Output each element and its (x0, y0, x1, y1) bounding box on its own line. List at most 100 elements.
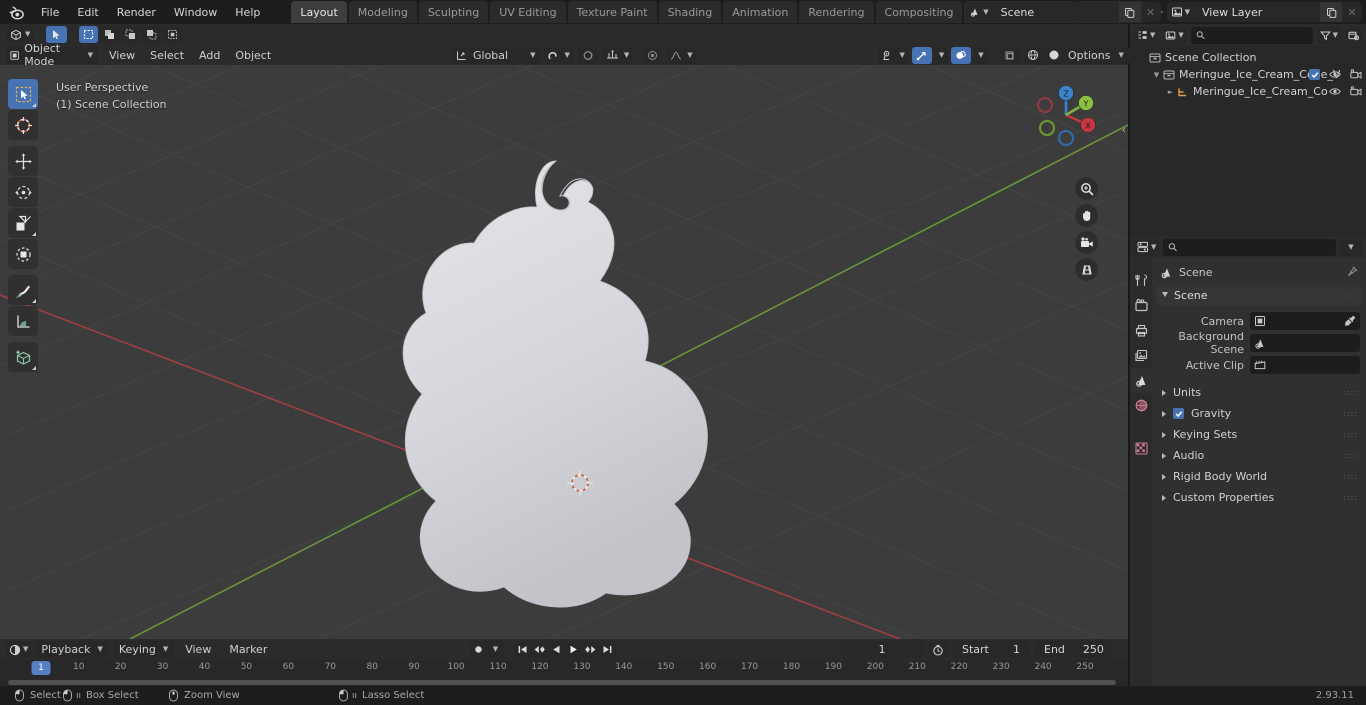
subpanel-audio[interactable]: Audio:::: (1152, 445, 1366, 466)
timeline-scrollbar[interactable] (8, 680, 1116, 685)
playback-menu[interactable]: Playback ▼ (35, 641, 109, 658)
select-subtract-icon[interactable] (121, 26, 141, 43)
tweak-select-mode[interactable] (46, 26, 68, 43)
auto-keying-options-chevron[interactable]: ▼ (487, 641, 504, 658)
frame-start-field[interactable]: Start 1 (952, 641, 1030, 658)
frame-end-field[interactable]: End 250 (1034, 641, 1112, 658)
scene-selector[interactable]: ▼ Scene ✕ (965, 2, 1161, 22)
render-camera-icon[interactable] (1350, 69, 1362, 80)
new-scene-icon[interactable] (1118, 2, 1141, 22)
workspace-tab-layout[interactable]: Layout (291, 1, 347, 23)
properties-search-box[interactable] (1163, 238, 1336, 256)
workspace-tab-texture-paint[interactable]: Texture Paint (567, 1, 657, 23)
disclosure-triangle-icon[interactable]: ► (1164, 88, 1177, 96)
timeline-ruler[interactable]: 10 20 30 40 50 60 70 80 90 100 110 120 130 140 150 160 1… (0, 660, 1128, 678)
play-icon[interactable] (565, 641, 582, 658)
timeline-view-menu[interactable]: View (178, 641, 218, 658)
outliner-editor-type-icon[interactable]: ▼ (1134, 26, 1159, 44)
tweak-tool[interactable] (8, 79, 38, 109)
timeline-playhead[interactable]: 1 (31, 661, 51, 675)
viewport-options-button[interactable]: Options ▼ (1062, 46, 1130, 64)
xray-toggle[interactable] (999, 46, 1020, 64)
scene-name-field[interactable]: Scene (992, 2, 1119, 22)
gizmo-options-chevron[interactable]: ▼ (934, 46, 949, 64)
properties-tab-texture[interactable] (1130, 436, 1152, 461)
outliner-row[interactable]: ► Meringue_Ice_Cream_Co (1130, 83, 1366, 100)
properties-tab-scene[interactable] (1130, 368, 1152, 393)
cursor-tool[interactable] (8, 110, 38, 140)
workspace-tab-animation[interactable]: Animation (723, 1, 798, 23)
scale-tool[interactable] (8, 208, 38, 238)
outliner-checkbox[interactable] (1309, 69, 1320, 80)
workspace-tab-compositing[interactable]: Compositing (875, 1, 963, 23)
menu-edit[interactable]: Edit (68, 2, 107, 22)
select-extend-icon[interactable] (100, 26, 120, 43)
outliner-filter-icon[interactable]: ▼ (1316, 26, 1341, 44)
subpanel-keying-sets[interactable]: Keying Sets:::: (1152, 424, 1366, 445)
properties-editor[interactable]: ▼ ▼ Scene Scene:::: Camera Background S… (1130, 236, 1366, 686)
outliner-row-scene-collection[interactable]: Scene Collection (1130, 49, 1366, 66)
property-field-background-scene[interactable] (1250, 334, 1360, 352)
keying-menu[interactable]: Keying ▼ (112, 641, 175, 658)
workspace-tab-sculpting[interactable]: Sculpting (418, 1, 489, 23)
workspace-tab-uv-editing[interactable]: UV Editing (490, 1, 566, 23)
select-invert-icon[interactable] (142, 26, 162, 43)
snap-toggle[interactable]: ▼ (544, 46, 574, 64)
transform-orientation-selector[interactable]: Global ▼ (452, 46, 541, 64)
move-tool[interactable] (8, 146, 38, 176)
timeline-editor-type-icon[interactable]: ▼ (6, 641, 32, 658)
interaction-mode-selector[interactable]: Object Mode ▼ (6, 42, 98, 68)
ortho-persp-icon[interactable] (1075, 258, 1098, 281)
select-intersect-icon[interactable] (163, 26, 183, 43)
camera-icon[interactable] (1075, 231, 1098, 254)
outliner-display-mode[interactable]: ▼ (1162, 26, 1187, 44)
render-camera-icon[interactable] (1350, 86, 1362, 97)
visibility-eye-icon[interactable] (1329, 86, 1341, 97)
viewlayer-selector[interactable]: ▼ View Layer ✕ (1166, 2, 1362, 22)
rotate-tool[interactable] (8, 177, 38, 207)
add-cube-tool[interactable] (8, 342, 38, 372)
eyedropper-icon[interactable] (1344, 315, 1356, 327)
annotate-tool[interactable] (8, 275, 38, 305)
viewlayer-name-field[interactable]: View Layer (1194, 2, 1320, 22)
pivot-point-selector[interactable] (643, 46, 663, 64)
scene-browse-icon[interactable]: ▼ (965, 2, 993, 22)
properties-editor-type-icon[interactable]: ▼ (1134, 238, 1160, 256)
zoom-icon[interactable] (1075, 177, 1098, 200)
properties-tab-output[interactable] (1130, 318, 1152, 343)
falloff-curve-icon[interactable]: ▼ (666, 46, 697, 64)
pin-icon[interactable] (1346, 266, 1358, 278)
workspace-tab-modeling[interactable]: Modeling (348, 1, 417, 23)
measure-tool[interactable] (8, 306, 38, 336)
viewlayer-unlink-icon[interactable]: ✕ (1342, 2, 1362, 22)
outliner-search-input[interactable] (1208, 28, 1308, 42)
viewport-canvas[interactable] (0, 65, 1128, 639)
object-visibility-selector[interactable]: ▼ (878, 46, 909, 64)
timeline-marker-menu[interactable]: Marker (222, 641, 274, 658)
stopwatch-icon[interactable] (928, 641, 948, 658)
proportional-editing-toggle[interactable] (577, 46, 598, 64)
play-reverse-icon[interactable] (548, 641, 565, 658)
3d-viewport[interactable]: User Perspective (1) Scene Collection Z … (0, 65, 1128, 639)
workspace-tab-rendering[interactable]: Rendering (799, 1, 874, 23)
property-field-active-clip[interactable] (1250, 356, 1360, 374)
menu-window[interactable]: Window (165, 2, 226, 22)
subpanel-checkbox[interactable] (1173, 408, 1184, 419)
pan-hand-icon[interactable] (1075, 204, 1098, 227)
workspace-tab-shading[interactable]: Shading (658, 1, 722, 23)
viewport-menu-add[interactable]: Add (192, 47, 227, 64)
outliner-editor[interactable]: ▼ ▼ ▼ Scene Collection ▼ Meringue_Ice_Cr… (1130, 24, 1366, 236)
visibility-eye-icon[interactable] (1329, 69, 1341, 80)
menu-render[interactable]: Render (108, 2, 165, 22)
subpanel-units[interactable]: Units:::: (1152, 382, 1366, 403)
viewport-menu-view[interactable]: View (102, 47, 142, 64)
select-box-icon[interactable] (79, 26, 99, 43)
shading-solid-icon[interactable] (1043, 46, 1064, 64)
viewport-menu-object[interactable]: Object (228, 47, 278, 64)
navigation-gizmo[interactable]: Z X Y (1026, 75, 1106, 155)
timeline-editor[interactable]: ▼ Playback ▼ Keying ▼ View Marker ▼ 1 St… (0, 639, 1128, 686)
properties-tab-tool[interactable] (1130, 268, 1152, 293)
sidebar-collapse-arrow[interactable]: ‹ (1122, 123, 1126, 136)
disclosure-triangle-icon[interactable]: ▼ (1150, 71, 1163, 79)
subpanel-rigid-body-world[interactable]: Rigid Body World:::: (1152, 466, 1366, 487)
